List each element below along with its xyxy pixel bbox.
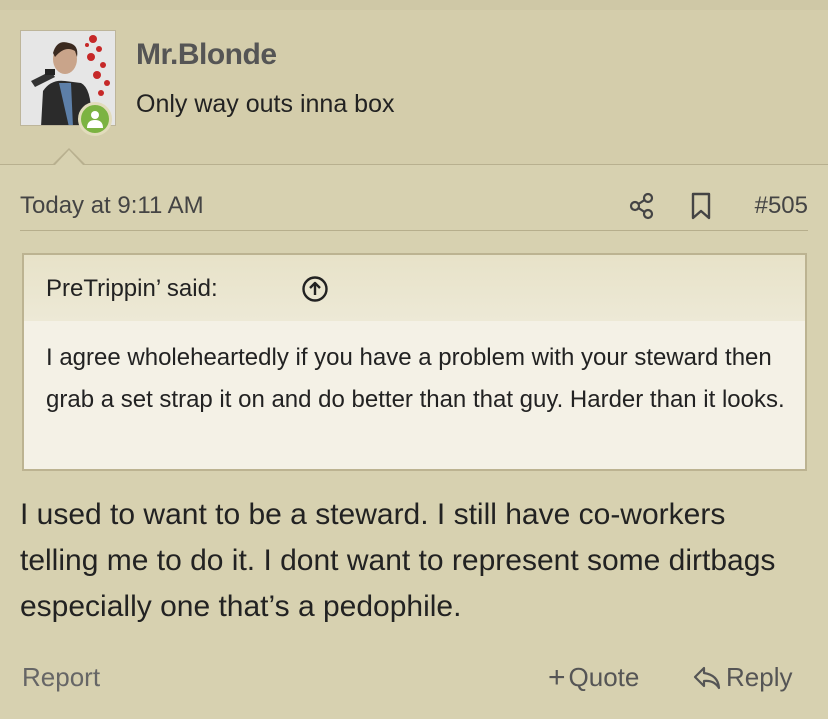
- report-button[interactable]: Report: [22, 662, 100, 693]
- post-date[interactable]: Today at 9:11 AM: [20, 192, 204, 220]
- arrow-up-circle-icon[interactable]: [301, 275, 329, 303]
- header-notch-fill: [55, 150, 83, 165]
- share-icon[interactable]: [628, 192, 656, 220]
- reply-button-label: Reply: [726, 662, 793, 692]
- reply-icon: [693, 666, 721, 689]
- post-meta: Today at 9:11 AM #505: [20, 186, 808, 231]
- username[interactable]: Mr.Blonde: [136, 38, 277, 72]
- user-icon: [87, 111, 103, 128]
- header-divider: [0, 164, 828, 165]
- quote-author[interactable]: PreTrippin’ said:: [46, 275, 218, 303]
- plus-icon: +: [548, 660, 566, 694]
- reply-button[interactable]: Reply: [692, 662, 792, 693]
- post-actions: Report + Quote Reply: [20, 658, 808, 698]
- quote-button-label: Quote: [568, 662, 640, 692]
- quote-button[interactable]: + Quote: [548, 662, 639, 693]
- user-title: Only way outs inna box: [136, 90, 395, 118]
- quote-header: PreTrippin’ said:: [24, 255, 805, 321]
- user-header: [0, 10, 828, 164]
- quote-text: I agree wholeheartedly if you have a pro…: [46, 344, 785, 413]
- bookmark-icon[interactable]: [688, 192, 714, 220]
- post-body: I used to want to be a steward. I still …: [20, 498, 776, 623]
- online-status-badge: [78, 102, 112, 136]
- quote-block: PreTrippin’ said: I agree wholeheartedly…: [22, 253, 807, 471]
- post-number[interactable]: #505: [755, 192, 808, 220]
